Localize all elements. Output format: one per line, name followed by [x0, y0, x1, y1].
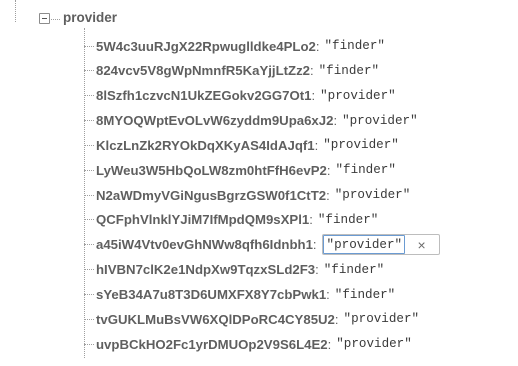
- key-value-separator: :: [334, 311, 339, 327]
- key-value-separator: :: [311, 88, 316, 104]
- tree-connector: [84, 244, 94, 246]
- tree-leaf[interactable]: tvGUKLMuBsVW6XQlDPoRC4CY85U2: "provider": [84, 308, 419, 330]
- tree-connector: [84, 169, 94, 171]
- key-value-separator: :: [333, 113, 338, 129]
- leaf-value[interactable]: "finder": [324, 263, 384, 277]
- leaf-value[interactable]: "finder": [335, 163, 395, 177]
- tree-leaf[interactable]: N2aWDmyVGiNgusBgrzGSW0f1CtT2: "provider": [84, 184, 410, 206]
- key-value-separator: :: [315, 38, 320, 54]
- tree-leaf-editing[interactable]: a45iW4Vtv0evGhNWw8qfh6Idnbh1: ×: [84, 234, 440, 256]
- key-value-separator: :: [326, 162, 331, 178]
- key-value-separator: :: [312, 237, 317, 253]
- tree-leaf[interactable]: LyWeu3W5HbQoLW8zm0htFfH6evP2: "finder": [84, 159, 396, 181]
- value-edit-box: ×: [321, 234, 440, 256]
- leaf-value[interactable]: "provider": [336, 337, 412, 351]
- tree-leaf[interactable]: hIVBN7clK2e1NdpXw9TqzxSLd2F3: "finder": [84, 259, 384, 281]
- tree-leaf[interactable]: sYeB34A7u8T3D6UMXFX8Y7cbPwk1: "finder": [84, 284, 395, 306]
- tree-leaf[interactable]: KlczLnZk2RYOkDqXKyAS4IdAJqf1: "provider": [84, 134, 399, 156]
- leaf-value[interactable]: "finder": [318, 213, 378, 227]
- leaf-value[interactable]: "provider": [323, 138, 399, 152]
- leaf-value[interactable]: "finder": [335, 288, 395, 302]
- tree-leaf[interactable]: 5W4c3uuRJgX22Rpwuglldke4PLo2: "finder": [84, 35, 385, 57]
- database-tree: provider 5W4c3uuRJgX22Rpwuglldke4PLo2: "f…: [0, 0, 518, 366]
- leaf-key[interactable]: 8MYOQWptEvOLvW6zyddm9Upa6xJ2: [96, 113, 333, 128]
- key-value-separator: :: [309, 212, 313, 228]
- leaf-key[interactable]: 824vcv5V8gWpNmnfR5KaYjjLtZz2: [96, 63, 310, 78]
- collapse-minus-icon[interactable]: [39, 13, 50, 24]
- leaf-key[interactable]: 8lSzfh1czvcN1UkZEGokv2GG7Ot1: [96, 88, 311, 103]
- leaf-key[interactable]: LyWeu3W5HbQoLW8zm0htFfH6evP2: [96, 163, 327, 178]
- tree-guide-line: [15, 0, 16, 22]
- tree-connector: [84, 194, 94, 196]
- leaf-value[interactable]: "finder": [319, 64, 379, 78]
- leaf-key[interactable]: N2aWDmyVGiNgusBgrzGSW0f1CtT2: [96, 188, 326, 203]
- tree-connector: [51, 19, 60, 20]
- tree-connector: [84, 219, 94, 221]
- close-icon[interactable]: ×: [405, 235, 439, 254]
- value-edit-input[interactable]: [322, 235, 405, 255]
- leaf-value[interactable]: "provider": [342, 114, 418, 128]
- key-value-separator: :: [310, 63, 314, 79]
- key-value-separator: :: [326, 187, 330, 203]
- node-name[interactable]: provider: [63, 10, 117, 25]
- leaf-value[interactable]: "provider": [335, 188, 411, 202]
- tree-connector: [84, 269, 94, 271]
- tree-connector: [84, 343, 94, 345]
- tree-leaf[interactable]: QCFphVlnklYJiM7IfMpdQM9sXPl1: "finder": [84, 209, 378, 231]
- leaf-key[interactable]: KlczLnZk2RYOkDqXKyAS4IdAJqf1: [96, 138, 315, 153]
- leaf-value[interactable]: "finder": [324, 39, 384, 53]
- leaf-value[interactable]: "provider": [320, 89, 396, 103]
- leaf-key[interactable]: hIVBN7clK2e1NdpXw9TqzxSLd2F3: [96, 262, 315, 277]
- tree-connector: [84, 294, 94, 295]
- key-value-separator: :: [326, 287, 330, 302]
- tree-connector: [84, 120, 94, 122]
- tree-connector: [84, 70, 94, 72]
- tree-connector: [84, 45, 94, 47]
- leaf-key[interactable]: sYeB34A7u8T3D6UMXFX8Y7cbPwk1: [96, 287, 326, 302]
- leaf-key[interactable]: tvGUKLMuBsVW6XQlDPoRC4CY85U2: [96, 312, 335, 327]
- leaf-value[interactable]: "provider": [344, 312, 420, 326]
- leaf-key[interactable]: uvpBCkHO2Fc1yrDMUOp2V9S6L4E2: [96, 337, 328, 352]
- tree-leaf[interactable]: uvpBCkHO2Fc1yrDMUOp2V9S6L4E2: "provider": [84, 333, 412, 355]
- leaf-key[interactable]: 5W4c3uuRJgX22Rpwuglldke4PLo2: [96, 39, 316, 54]
- tree-connector: [84, 95, 94, 97]
- leaf-key[interactable]: QCFphVlnklYJiM7IfMpdQM9sXPl1: [96, 212, 309, 227]
- tree-leaf[interactable]: 824vcv5V8gWpNmnfR5KaYjjLtZz2: "finder": [84, 60, 379, 82]
- tree-connector: [84, 144, 94, 146]
- tree-connector: [84, 318, 94, 320]
- tree-leaf[interactable]: 8MYOQWptEvOLvW6zyddm9Upa6xJ2: "provider": [84, 110, 418, 132]
- key-value-separator: :: [315, 262, 319, 278]
- key-value-separator: :: [327, 336, 332, 352]
- leaf-key[interactable]: a45iW4Vtv0evGhNWw8qfh6Idnbh1: [96, 237, 313, 252]
- tree-leaf[interactable]: 8lSzfh1czvcN1UkZEGokv2GG7Ot1: "provider": [84, 85, 396, 107]
- key-value-separator: :: [314, 137, 319, 153]
